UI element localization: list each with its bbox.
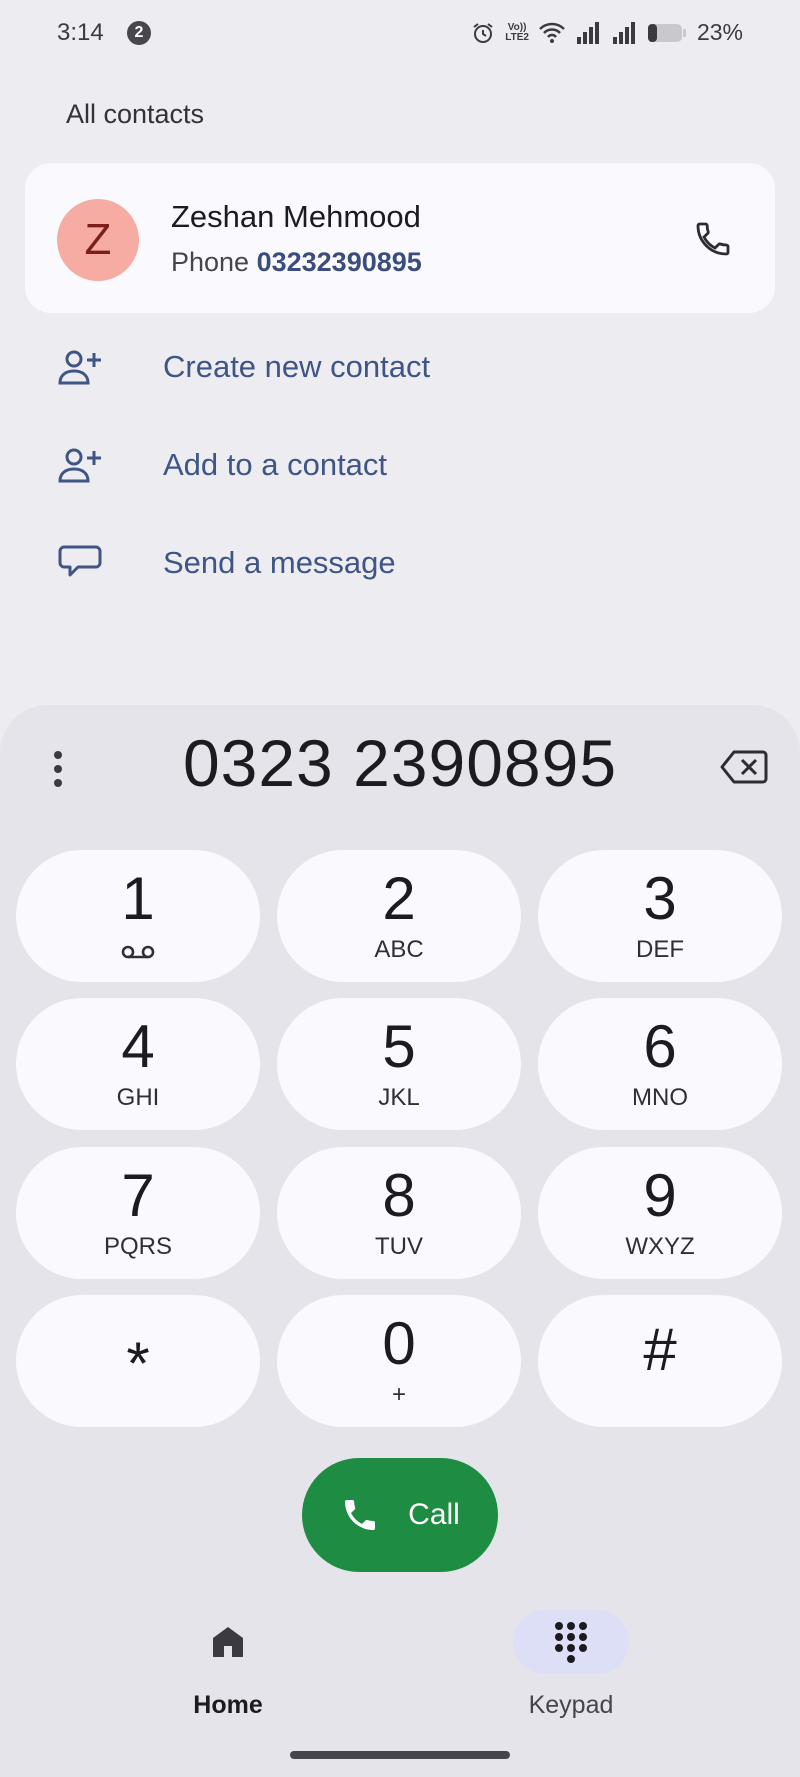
key-6[interactable]: 6 MNO [538,998,782,1130]
action-label: Create new contact [163,349,431,384]
key-8[interactable]: 8 TUV [277,1147,521,1279]
key-3[interactable]: 3 DEF [538,850,782,982]
action-label: Send a message [163,545,396,580]
phone-icon [345,1500,376,1530]
wifi-icon [539,22,565,44]
backspace-icon [720,750,768,784]
key-digit: 5 [382,1013,416,1080]
signal-icon [575,21,601,45]
key-9[interactable]: 9 WXYZ [538,1147,782,1279]
battery-icon [647,22,687,44]
dialed-number[interactable]: 0323 2390895 [100,725,700,801]
nav-label: Keypad [528,1691,614,1719]
nav-label: Home [193,1691,263,1719]
key-7[interactable]: 7 PQRS [16,1147,260,1279]
alarm-icon [471,21,495,45]
key-digit: 8 [382,1162,416,1229]
backspace-button[interactable] [716,745,772,789]
action-label: Add to a contact [163,447,388,482]
more-vert-icon [54,751,62,787]
key-digit: 0 [382,1310,416,1377]
key-digit: 4 [121,1013,155,1080]
dialpad-icon [555,1622,587,1663]
person-add-icon [58,448,101,483]
key-digit: 2 [382,865,416,932]
key-digit: 1 [121,865,155,932]
battery-percentage: 23% [696,19,743,45]
key-letters: ABC [374,936,424,963]
create-new-contact-row[interactable]: Create new contact [0,327,800,407]
send-message-row[interactable]: Send a message [0,523,800,603]
key-digit: # [643,1316,677,1383]
key-digit: 7 [121,1162,155,1229]
add-to-contact-row[interactable]: Add to a contact [0,425,800,505]
voicemail-icon [121,945,155,959]
key-letters: PQRS [103,1233,172,1260]
section-label: All contacts [66,99,205,129]
notification-count-badge: 2 [127,21,151,45]
key-letters: DEF [636,936,684,963]
phone-label: Phone [171,247,250,277]
key-digit: 6 [643,1013,677,1080]
key-letters: JKL [378,1084,420,1111]
key-0[interactable]: 0 + [277,1295,521,1427]
key-letters: GHI [116,1084,160,1111]
key-4[interactable]: 4 GHI [16,998,260,1130]
call-button[interactable]: Call [302,1458,498,1572]
phone-icon [696,222,730,256]
key-2[interactable]: 2 ABC [277,850,521,982]
gesture-handle[interactable] [290,1751,510,1759]
key-letters: + [391,1381,406,1408]
message-icon [58,545,102,577]
status-time: 3:14 [57,19,104,46]
dial-panel: 0323 2390895 1 2 ABC 3 DEF 4 GHI 5 JKL 6… [0,705,800,1777]
key-star[interactable]: * [16,1295,260,1427]
signal-icon [611,21,637,45]
person-add-icon [58,350,101,385]
status-icons: Vo)) LTE2 23% [471,19,743,46]
key-digit: 3 [643,865,677,932]
key-hash[interactable]: # [538,1295,782,1427]
key-1[interactable]: 1 [16,850,260,982]
status-bar: 3:14 2 Vo)) LTE2 23% [0,0,800,68]
more-options-button[interactable] [40,742,76,796]
key-5[interactable]: 5 JKL [277,998,521,1130]
phone-number: 03232390895 [256,247,422,277]
key-letters: WXYZ [625,1233,695,1260]
call-label: Call [408,1498,460,1531]
contact-phone-line: Phone 03232390895 [171,247,422,278]
nav-keypad[interactable]: Keypad [471,1610,671,1720]
avatar: Z [57,199,139,281]
contact-name: Zeshan Mehmood [171,199,421,234]
home-icon [213,1627,243,1657]
key-digit: 9 [643,1162,677,1229]
volte-icon: Vo)) LTE2 [505,21,529,43]
nav-home[interactable]: Home [128,1610,328,1720]
key-letters: MNO [632,1084,688,1111]
key-letters: TUV [375,1233,423,1260]
contact-card[interactable]: Z Zeshan Mehmood Phone 03232390895 [25,163,775,313]
key-digit: * [126,1330,150,1397]
contact-call-button[interactable] [685,211,741,267]
